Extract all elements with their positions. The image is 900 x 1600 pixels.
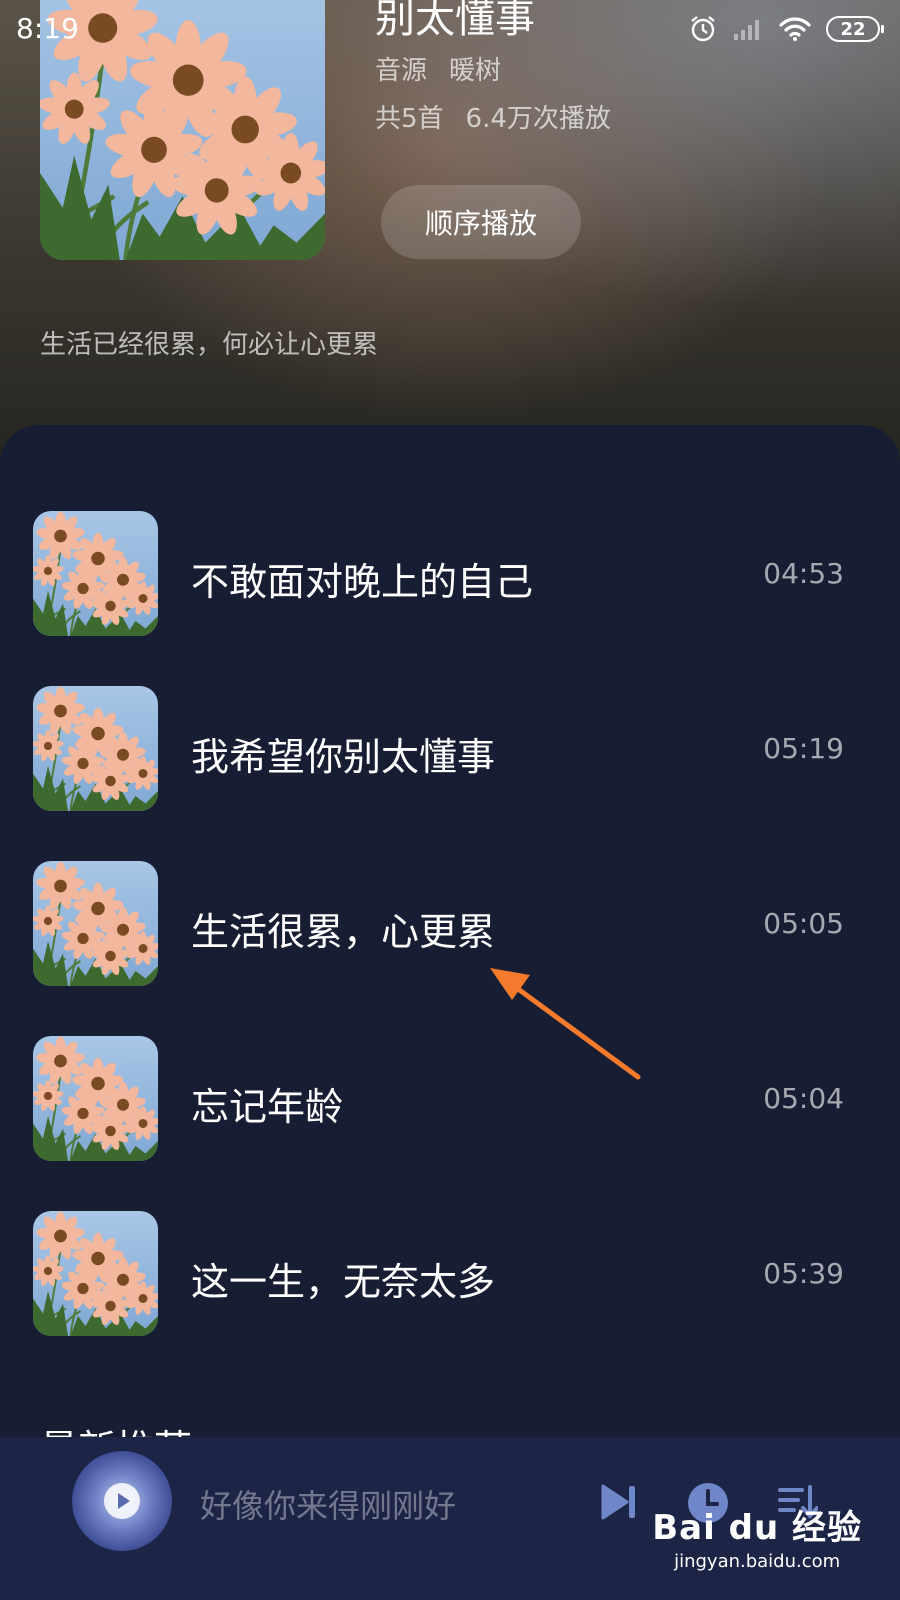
watermark-url: jingyan.baidu.com: [674, 1551, 841, 1572]
baidu-jingyan-watermark: Bai du 经验 jingyan.baidu.com: [652, 1500, 862, 1572]
watermark-logo: Bai du 经验: [652, 1508, 862, 1548]
annotation-arrow-icon: [490, 968, 641, 1080]
